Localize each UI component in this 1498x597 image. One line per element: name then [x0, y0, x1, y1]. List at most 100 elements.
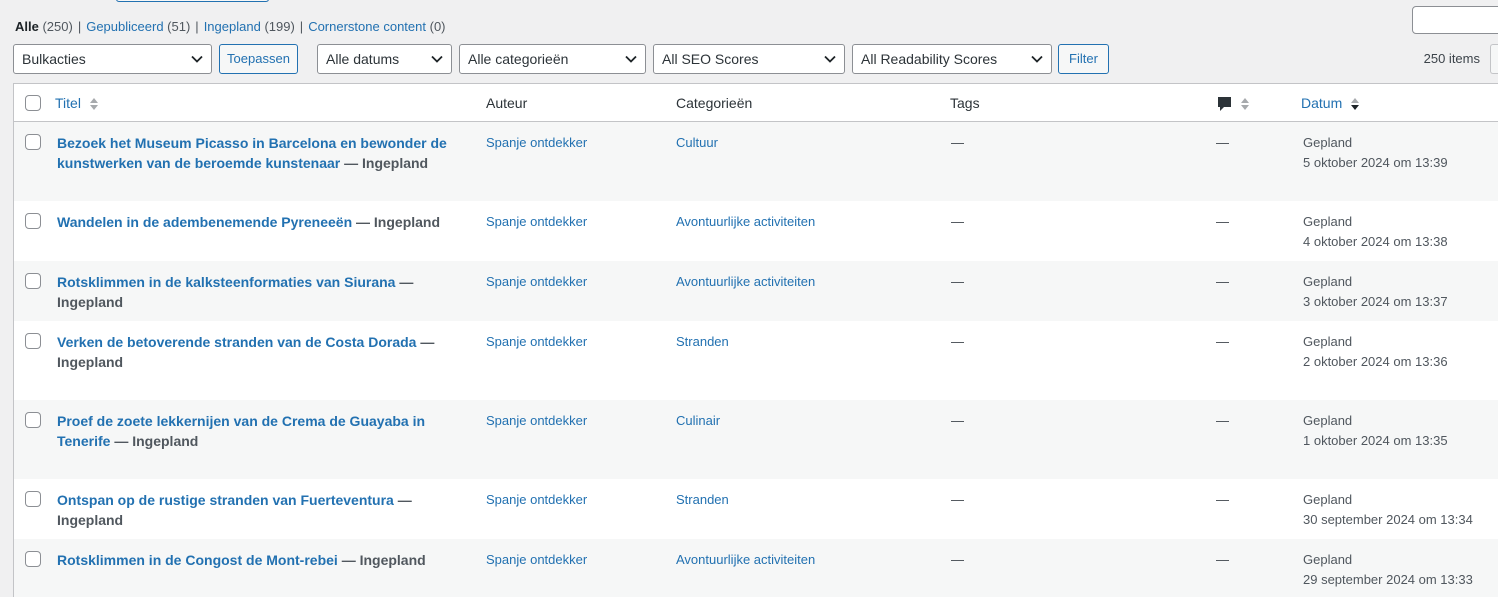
column-comments[interactable]: [1217, 95, 1250, 112]
author-link[interactable]: Spanje ontdekker: [486, 332, 587, 352]
post-state: — Ingepland: [356, 214, 441, 230]
table-row: Ontspan op de rustige stranden van Fuert…: [14, 479, 1498, 539]
column-title-label: Titel: [55, 95, 81, 111]
table-row: Rotsklimmen in de Congost de Mont-rebei …: [14, 539, 1498, 597]
view-published-count: (51): [167, 19, 191, 34]
date-cell: Gepland 29 september 2024 om 13:33: [1303, 550, 1473, 590]
category-link[interactable]: Avontuurlijke activiteiten: [676, 272, 815, 292]
date-value: 2 oktober 2024 om 13:36: [1303, 354, 1448, 369]
view-cornerstone[interactable]: Cornerstone content (0): [308, 19, 445, 34]
post-title-link[interactable]: Ontspan op de rustige stranden van Fuert…: [57, 492, 394, 508]
date-value: 1 oktober 2024 om 13:35: [1303, 433, 1448, 448]
post-title-link[interactable]: Proef de zoete lekkernijen van de Crema …: [57, 413, 425, 449]
comments-value: —: [1216, 135, 1229, 150]
tags-value: —: [951, 552, 964, 567]
column-date[interactable]: Datum: [1301, 95, 1360, 112]
row-checkbox[interactable]: [25, 333, 41, 349]
hidden-button-edge[interactable]: [116, 0, 269, 2]
row-checkbox[interactable]: [25, 273, 41, 289]
date-status: Gepland: [1303, 552, 1353, 567]
row-checkbox[interactable]: [25, 213, 41, 229]
tags-value: —: [951, 274, 964, 289]
sort-icon: [89, 98, 98, 111]
view-scheduled-count: (199): [264, 19, 295, 34]
row-checkbox[interactable]: [25, 134, 41, 150]
posts-table: Titel Auteur Categorieën Tags Datum Bezo…: [13, 83, 1498, 597]
column-author: Auteur: [486, 95, 528, 111]
filter-button[interactable]: Filter: [1058, 44, 1109, 74]
post-state: — Ingepland: [344, 155, 429, 171]
category-link[interactable]: Culinair: [676, 411, 720, 431]
category-filter-select[interactable]: Alle categorieën: [459, 44, 646, 74]
author-link[interactable]: Spanje ontdekker: [486, 411, 587, 431]
date-filter-select[interactable]: Alle datums: [317, 44, 452, 74]
view-cornerstone-label: Cornerstone content: [308, 19, 426, 34]
date-status: Gepland: [1303, 274, 1353, 289]
comments-value: —: [1216, 274, 1229, 289]
table-header: Titel Auteur Categorieën Tags Datum: [14, 84, 1498, 122]
comments-value: —: [1216, 492, 1229, 507]
date-value: 4 oktober 2024 om 13:38: [1303, 234, 1448, 249]
select-all-checkbox[interactable]: [25, 95, 41, 111]
author-link[interactable]: Spanje ontdekker: [486, 490, 587, 510]
tags-value: —: [951, 214, 964, 229]
category-link[interactable]: Cultuur: [676, 133, 718, 153]
post-title-link[interactable]: Verken de betoverende stranden van de Co…: [57, 334, 416, 350]
category-link[interactable]: Stranden: [676, 490, 729, 510]
view-scheduled[interactable]: Ingepland (199): [204, 19, 295, 34]
column-title[interactable]: Titel: [55, 95, 99, 112]
post-title-cell: Rotsklimmen in de kalksteenformaties van…: [57, 272, 477, 312]
search-input[interactable]: [1412, 6, 1498, 34]
post-title-link[interactable]: Rotsklimmen in de kalksteenformaties van…: [57, 274, 395, 290]
bulk-actions-value: Bulkacties: [22, 51, 86, 67]
author-link[interactable]: Spanje ontdekker: [486, 212, 587, 232]
row-checkbox[interactable]: [25, 551, 41, 567]
readability-score-value: All Readability Scores: [861, 51, 998, 67]
bulk-actions-select[interactable]: Bulkacties: [13, 44, 212, 74]
post-title-link[interactable]: Rotsklimmen in de Congost de Mont-rebei: [57, 552, 338, 568]
table-row: Proef de zoete lekkernijen van de Crema …: [14, 400, 1498, 479]
view-all[interactable]: Alle (250): [15, 19, 73, 34]
view-published-label: Gepubliceerd: [86, 19, 164, 34]
tags-value: —: [951, 135, 964, 150]
comments-value: —: [1216, 413, 1229, 428]
column-date-label: Datum: [1301, 95, 1343, 111]
date-cell: Gepland 5 oktober 2024 om 13:39: [1303, 133, 1448, 173]
chevron-down-icon: [431, 55, 443, 63]
comments-value: —: [1216, 334, 1229, 349]
seo-score-value: All SEO Scores: [662, 51, 759, 67]
pagination-first-button[interactable]: [1490, 44, 1498, 74]
sort-icon: [1240, 98, 1249, 111]
view-all-label: Alle: [15, 19, 39, 34]
date-filter-value: Alle datums: [326, 51, 400, 67]
chevron-down-icon: [1031, 55, 1043, 63]
view-cornerstone-count: (0): [429, 19, 446, 34]
date-value: 5 oktober 2024 om 13:39: [1303, 155, 1448, 170]
table-row: Bezoek het Museum Picasso in Barcelona e…: [14, 122, 1498, 201]
post-title-link[interactable]: Wandelen in de adembenemende Pyreneeën: [57, 214, 352, 230]
post-title-cell: Verken de betoverende stranden van de Co…: [57, 332, 477, 372]
category-link[interactable]: Stranden: [676, 332, 729, 352]
author-link[interactable]: Spanje ontdekker: [486, 133, 587, 153]
date-status: Gepland: [1303, 492, 1353, 507]
readability-score-select[interactable]: All Readability Scores: [852, 44, 1052, 74]
date-cell: Gepland 2 oktober 2024 om 13:36: [1303, 332, 1448, 372]
author-link[interactable]: Spanje ontdekker: [486, 550, 587, 570]
view-scheduled-label: Ingepland: [203, 19, 261, 34]
column-tags: Tags: [950, 95, 980, 111]
separator: |: [299, 19, 304, 34]
view-all-count: (250): [42, 19, 73, 34]
row-checkbox[interactable]: [25, 412, 41, 428]
category-link[interactable]: Avontuurlijke activiteiten: [676, 212, 815, 232]
separator: |: [77, 19, 82, 34]
view-published[interactable]: Gepubliceerd (51): [86, 19, 190, 34]
category-filter-value: Alle categorieën: [468, 51, 569, 67]
date-value: 30 september 2024 om 13:34: [1303, 512, 1473, 527]
author-link[interactable]: Spanje ontdekker: [486, 272, 587, 292]
seo-score-select[interactable]: All SEO Scores: [653, 44, 845, 74]
post-title-cell: Proef de zoete lekkernijen van de Crema …: [57, 411, 477, 451]
row-checkbox[interactable]: [25, 491, 41, 507]
category-link[interactable]: Avontuurlijke activiteiten: [676, 550, 815, 570]
date-status: Gepland: [1303, 334, 1353, 349]
apply-button[interactable]: Toepassen: [219, 44, 298, 74]
